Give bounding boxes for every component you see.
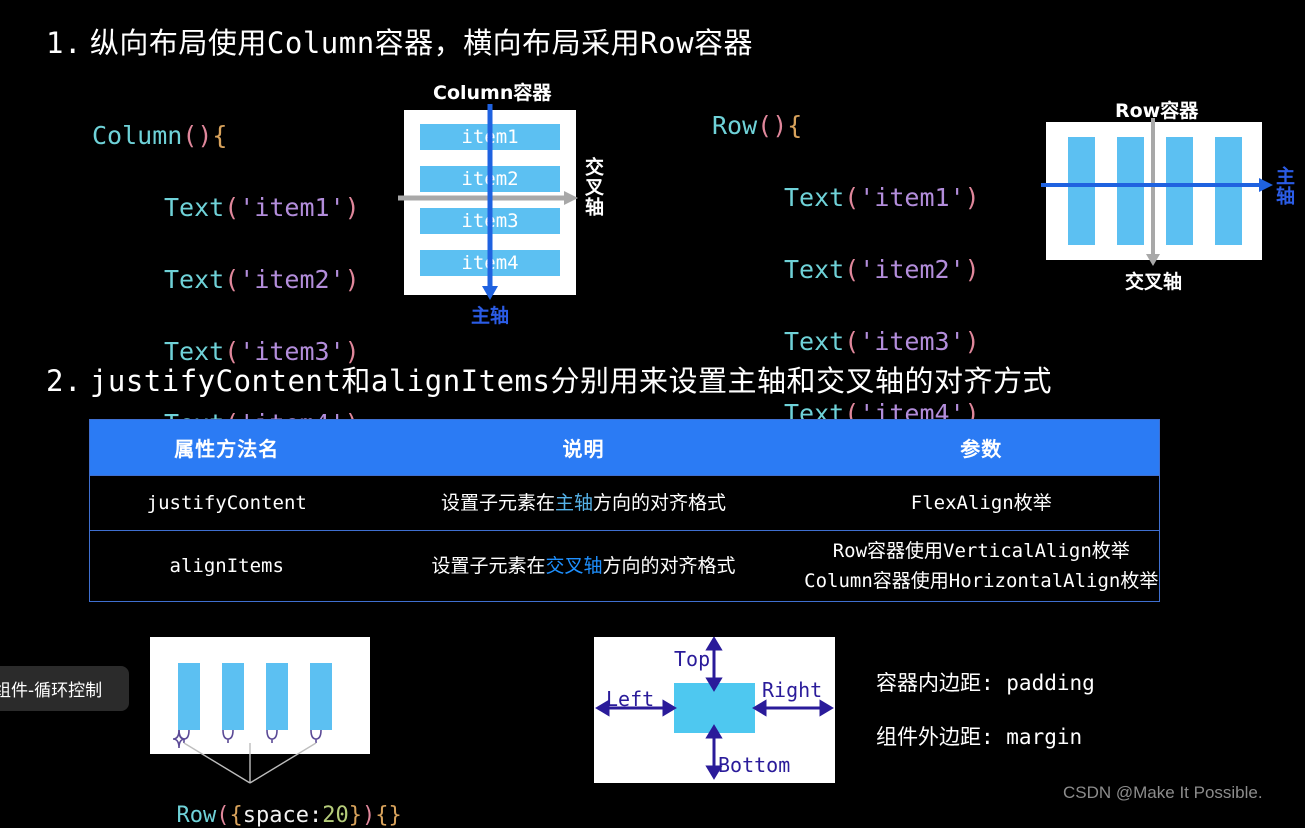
padding-label-top: Top: [674, 647, 711, 671]
desc-suffix: 方向的对齐格式: [593, 492, 727, 514]
padding-label-bottom: Bottom: [718, 753, 791, 777]
properties-table: 属性方法名 说明 参数 justifyContent 设置子元素在主轴方向的对齐…: [89, 419, 1160, 602]
padding-label-right: Right: [762, 678, 823, 702]
caption-value: 20: [322, 803, 349, 828]
row-code-line-item: Text('item1'): [784, 183, 980, 212]
caption-close-paren: ): [361, 803, 376, 828]
space-diagram-braces: [172, 729, 322, 784]
table-cell-description: 设置子元素在交叉轴方向的对齐格式: [363, 530, 804, 602]
section-2-title: justifyContent和alignItems分别用来设置主轴和交叉轴的对齐…: [89, 364, 1052, 398]
param-line: FlexAlign枚举: [910, 492, 1052, 514]
caption-close-brace: }: [348, 803, 362, 828]
desc-highlight: 主轴: [554, 492, 593, 514]
table-header-cell: 说明: [363, 419, 804, 476]
table-header-cell: 参数: [803, 419, 1160, 476]
space-diagram-caption: Row({space:20}){}: [150, 780, 402, 828]
row-cross-axis-label: 交叉轴: [1125, 271, 1183, 293]
properties-table-wrapper: 属性方法名 说明 参数 justifyContent 设置子元素在主轴方向的对齐…: [89, 419, 1160, 602]
column-main-axis-arrow: [482, 104, 498, 300]
desc-prefix: 设置子元素在: [440, 492, 555, 514]
row-code-line-item: Text('item3'): [784, 327, 980, 356]
section-1-heading: 1. 纵向布局使用Column容器，横向布局采用Row容器: [46, 20, 753, 62]
caption-colon: :: [308, 803, 323, 828]
table-header-row: 属性方法名 说明 参数: [89, 419, 1160, 476]
section-2-number: 2.: [46, 364, 82, 398]
section-1-number: 1.: [46, 26, 82, 60]
caption-open-paren: (: [216, 803, 230, 828]
note-margin: 组件外边距: margin: [876, 725, 1083, 749]
space-diagram-bar: [178, 663, 200, 730]
table-row: alignItems 设置子元素在交叉轴方向的对齐格式 Row容器使用Verti…: [89, 530, 1160, 602]
row-code-line-open: Row(){: [712, 111, 803, 140]
table-cell-property-name: justifyContent: [89, 475, 364, 531]
row-main-axis-label: 主轴: [1273, 166, 1295, 206]
param-line: Row容器使用VerticalAlign枚举: [832, 540, 1130, 562]
overlay-chip[interactable]: 组件-循环控制: [0, 666, 129, 711]
csdn-watermark: CSDN @Make It Possible.: [1063, 783, 1263, 802]
table-cell-description: 设置子元素在主轴方向的对齐格式: [363, 475, 804, 531]
overlay-chip-label: 组件-循环控制: [0, 681, 103, 701]
param-line: Column容器使用HorizontalAlign枚举: [804, 570, 1159, 592]
row-main-axis-arrow: [1041, 178, 1273, 192]
space-diagram-bar: [222, 663, 244, 730]
section-2-heading: 2. justifyContent和alignItems分别用来设置主轴和交叉轴的…: [46, 358, 1052, 400]
table-row: justifyContent 设置子元素在主轴方向的对齐格式 FlexAlign…: [89, 475, 1160, 531]
space-diagram-bar: [266, 663, 288, 730]
caption-fn: Row: [176, 803, 217, 828]
desc-highlight: 交叉轴: [545, 555, 603, 577]
column-code-line-item: Text('item1'): [164, 193, 360, 222]
section-1-title: 纵向布局使用Column容器，横向布局采用Row容器: [89, 26, 754, 60]
column-diagram-title: Column容器: [433, 82, 552, 104]
table-header-cell: 属性方法名: [89, 419, 364, 476]
padding-label-left: Left: [606, 687, 655, 711]
caption-empty-block: {}: [375, 803, 402, 828]
column-main-axis-label: 主轴: [471, 305, 510, 327]
caption-key: space: [242, 803, 309, 828]
table-cell-params: FlexAlign枚举: [803, 475, 1160, 531]
column-code-line-item: Text('item2'): [164, 265, 360, 294]
space-diagram-bar: [310, 663, 332, 730]
table-cell-params: Row容器使用VerticalAlign枚举 Column容器使用Horizont…: [803, 530, 1160, 602]
table-cell-property-name: alignItems: [89, 530, 364, 602]
row-code-line-item: Text('item2'): [784, 255, 980, 284]
desc-suffix: 方向的对齐格式: [602, 555, 736, 577]
note-padding: 容器内边距: padding: [876, 671, 1095, 695]
desc-prefix: 设置子元素在: [431, 555, 546, 577]
column-code-line-open: Column(){: [92, 121, 228, 150]
caption-open-brace: {: [229, 803, 243, 828]
column-cross-axis-label: 交叉轴: [582, 157, 604, 217]
